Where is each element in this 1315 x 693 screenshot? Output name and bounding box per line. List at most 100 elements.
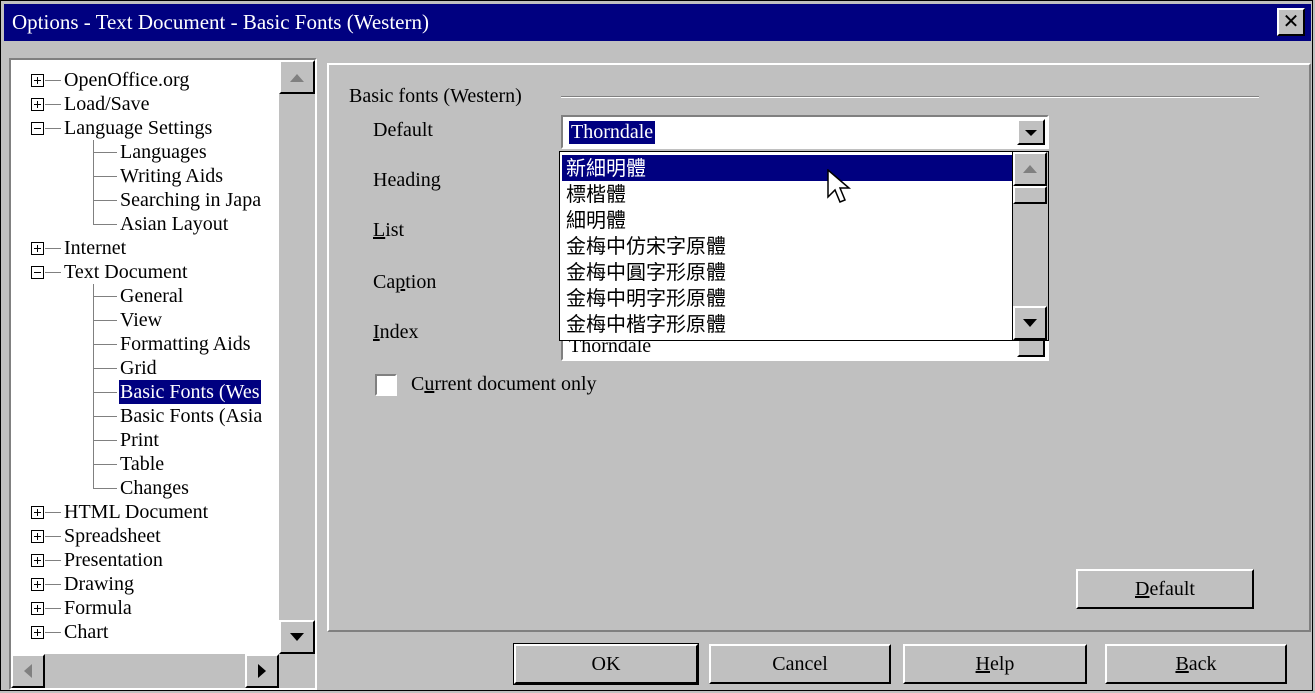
default-button[interactable]: Default	[1076, 569, 1254, 609]
tree-connector	[45, 560, 61, 561]
current-document-only-checkbox[interactable]	[375, 374, 397, 396]
tree-connector	[93, 296, 117, 297]
font-option[interactable]: 標楷體	[562, 181, 1012, 207]
expand-icon[interactable]	[31, 530, 44, 543]
tree-item[interactable]: Writing Aids	[119, 164, 224, 188]
font-option[interactable]: 細明體	[562, 207, 1012, 233]
tree-item[interactable]: Formula	[63, 596, 133, 620]
tree-item[interactable]: Languages	[119, 140, 208, 164]
tree-item[interactable]: Searching in Japa	[119, 188, 262, 212]
collapse-icon[interactable]	[31, 266, 44, 279]
expand-icon[interactable]	[31, 578, 44, 591]
tree-item[interactable]: Internet	[63, 236, 127, 260]
tree-connector	[93, 176, 117, 177]
expand-icon[interactable]	[31, 602, 44, 615]
tree-item[interactable]: View	[119, 308, 163, 332]
font-option[interactable]: 金梅中楷字形原體	[562, 311, 1012, 337]
tree-item-label: Writing Aids	[120, 165, 224, 187]
cancel-button[interactable]: Cancel	[709, 644, 891, 684]
scroll-up-button[interactable]	[279, 60, 315, 94]
tree-connector	[93, 488, 117, 489]
scroll-left-icon	[24, 664, 32, 678]
scroll-thumb[interactable]	[279, 94, 315, 620]
tree-connector	[45, 608, 61, 609]
ok-button[interactable]: OK	[513, 643, 699, 685]
tree-item[interactable]: Basic Fonts (Asia	[119, 404, 263, 428]
font-dropdown-list[interactable]: 新細明體 標楷體 細明體 金梅中仿宋字原體 金梅中圓字形原體 金梅中明字形原體 金梅中楷字形…	[559, 151, 1013, 341]
tree-connector	[93, 224, 117, 225]
tree-item[interactable]: OpenOffice.org	[63, 68, 190, 92]
font-option[interactable]: 金梅中圓字形原體	[562, 259, 1012, 285]
tree-horizontal-scrollbar[interactable]	[11, 654, 279, 688]
tree-connector	[45, 104, 61, 105]
scroll-right-button[interactable]	[245, 654, 279, 688]
tree-item[interactable]: Basic Fonts (Wes	[119, 380, 261, 404]
scroll-down-icon	[290, 633, 304, 641]
tree-item[interactable]: Changes	[119, 476, 190, 500]
tree-item[interactable]: Print	[119, 428, 160, 452]
label-caption: Caption	[373, 271, 437, 293]
font-option[interactable]: 金梅中仿宋字原體	[562, 233, 1012, 259]
font-option[interactable]: 金梅中明字形原體	[562, 285, 1012, 311]
expand-icon[interactable]	[31, 74, 44, 87]
tree-connector	[93, 368, 117, 369]
tree-connector	[93, 428, 94, 452]
label-index: Index	[373, 321, 419, 343]
tree-connector	[93, 416, 117, 417]
expand-icon[interactable]	[31, 98, 44, 111]
dropdown-scroll-down-button[interactable]	[1013, 306, 1047, 340]
tree-item[interactable]: Text Document	[63, 260, 189, 284]
tree-item[interactable]: Language Settings	[63, 116, 213, 140]
tree-connector	[93, 188, 94, 212]
tree-item[interactable]: Presentation	[63, 548, 164, 572]
expand-icon[interactable]	[31, 554, 44, 567]
tree-connector	[93, 464, 117, 465]
tree-item[interactable]: General	[119, 284, 184, 308]
tree-connector	[93, 356, 94, 380]
tree-item[interactable]: HTML Document	[63, 500, 209, 524]
tree-item-label: Chart	[64, 621, 109, 643]
scroll-down-button[interactable]	[279, 620, 315, 654]
tree-connector	[93, 212, 94, 225]
tree-item-label: Text Document	[64, 261, 188, 283]
scroll-left-button[interactable]	[11, 654, 45, 688]
default-dropdown-button[interactable]	[1017, 119, 1045, 145]
expand-icon[interactable]	[31, 626, 44, 639]
default-font-value[interactable]: Thorndale	[569, 121, 656, 144]
tree-item[interactable]: Asian Layout	[119, 212, 229, 236]
default-font-combo[interactable]: Thorndale	[561, 115, 1049, 149]
title-bar[interactable]: Options - Text Document - Basic Fonts (W…	[4, 4, 1311, 41]
tree-item[interactable]: Load/Save	[63, 92, 151, 116]
expand-icon[interactable]	[31, 506, 44, 519]
font-option[interactable]: 新細明體	[562, 155, 1012, 181]
expand-icon[interactable]	[31, 242, 44, 255]
tree-item[interactable]: Spreadsheet	[63, 524, 162, 548]
tree-item-label: Table	[120, 453, 165, 475]
label-heading: Heading	[373, 169, 441, 191]
tree-item[interactable]: Drawing	[63, 572, 135, 596]
tree-item[interactable]: Formatting Aids	[119, 332, 252, 356]
tree-connector	[93, 380, 94, 404]
tree-connector	[93, 308, 94, 332]
dropdown-scroll-thumb[interactable]	[1013, 186, 1047, 204]
collapse-icon[interactable]	[31, 122, 44, 135]
tree-item[interactable]: Table	[119, 452, 165, 476]
tree-connector	[45, 80, 61, 81]
dropdown-scrollbar[interactable]	[1013, 151, 1049, 341]
tree-connector	[93, 392, 117, 393]
hscroll-track[interactable]	[45, 654, 245, 688]
tree-item-label: Formula	[64, 597, 132, 619]
tree-vertical-scrollbar[interactable]	[279, 60, 315, 654]
scroll-up-icon	[290, 74, 304, 82]
tree-item[interactable]: Chart	[63, 620, 109, 644]
current-document-only-label[interactable]: Current document only	[411, 373, 597, 396]
back-button[interactable]: Back	[1105, 644, 1287, 684]
dropdown-scroll-up-button[interactable]	[1013, 152, 1047, 186]
scroll-down-icon	[1023, 319, 1037, 327]
tree-item-label: Spreadsheet	[64, 525, 161, 547]
scroll-right-icon	[258, 664, 266, 678]
tree-item[interactable]: Grid	[119, 356, 158, 380]
close-icon[interactable]: ✕	[1277, 8, 1305, 36]
help-button[interactable]: Help	[903, 644, 1087, 684]
tree-item-label: Internet	[64, 237, 127, 259]
